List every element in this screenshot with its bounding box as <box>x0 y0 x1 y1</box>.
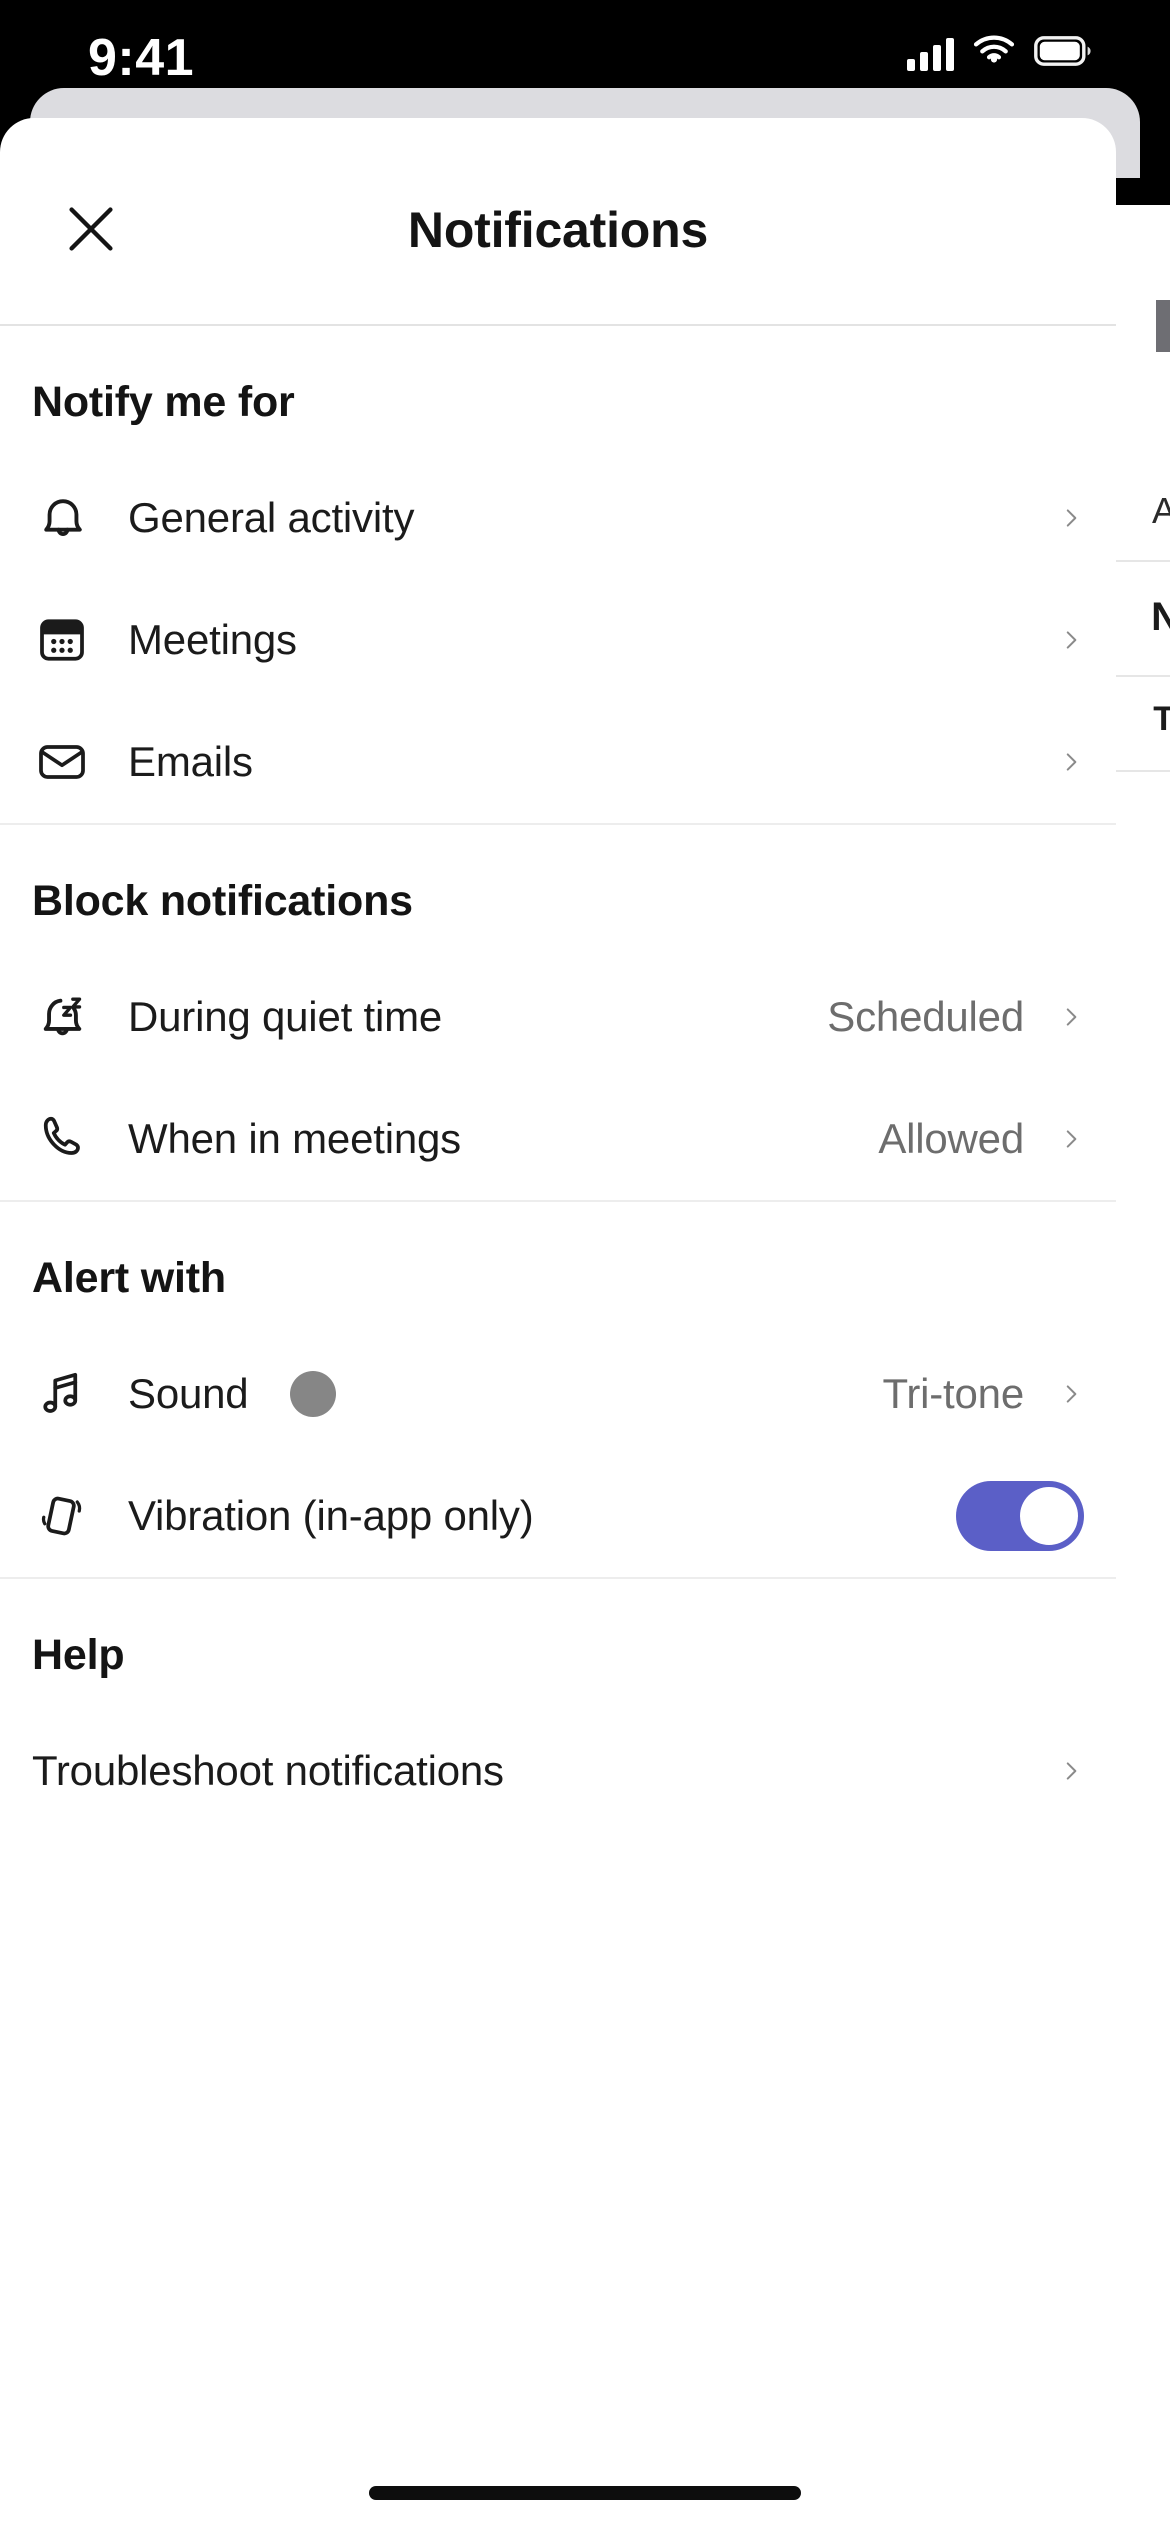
row-general-activity[interactable]: General activity <box>0 457 1116 579</box>
row-label: General activity <box>128 494 415 541</box>
chevron-right-icon <box>1058 1756 1084 1786</box>
background-divider <box>1110 675 1170 677</box>
row-vibration[interactable]: Vibration (in-app only) <box>0 1455 1116 1577</box>
status-bar-time: 9:41 <box>88 29 195 87</box>
phone-icon <box>32 1109 128 1169</box>
cellular-signal-icon <box>907 37 954 71</box>
status-bar-indicators <box>907 34 1092 73</box>
section-title: Help <box>32 1631 125 1679</box>
section-block-notifications: Block notifications During quiet time Sc… <box>0 825 1116 1202</box>
background-text-c: T <box>1153 700 1170 738</box>
touch-cursor-indicator <box>290 1371 337 1417</box>
chevron-right-icon <box>1058 747 1084 777</box>
row-label: Troubleshoot notifications <box>32 1747 504 1794</box>
envelope-icon <box>32 732 128 792</box>
scrollbar-thumb[interactable] <box>1156 300 1170 352</box>
sheet-empty-space <box>0 1832 1116 2532</box>
row-label: Sound <box>128 1370 249 1417</box>
music-note-icon <box>32 1364 128 1424</box>
sheet-header: Notifications <box>0 118 1116 326</box>
battery-icon <box>1034 36 1092 71</box>
chevron-right-icon <box>1058 1002 1084 1032</box>
background-text-b: N <box>1151 595 1170 639</box>
row-label: When in meetings <box>128 1115 461 1162</box>
row-label: Vibration (in-app only) <box>128 1492 534 1539</box>
vibration-icon <box>32 1486 128 1546</box>
row-label: Emails <box>128 738 253 785</box>
chevron-right-icon <box>1058 1124 1084 1154</box>
row-emails[interactable]: Emails <box>0 701 1116 823</box>
row-meetings[interactable]: Meetings <box>0 579 1116 701</box>
chevron-right-icon <box>1058 1379 1084 1409</box>
row-during-quiet-time[interactable]: During quiet time Scheduled <box>0 956 1116 1078</box>
section-help: Help Troubleshoot notifications <box>0 1579 1116 2532</box>
bell-icon <box>32 487 128 549</box>
page-title: Notifications <box>407 202 709 258</box>
wifi-icon <box>972 34 1016 73</box>
chevron-right-icon <box>1058 625 1084 655</box>
background-divider <box>1110 560 1170 562</box>
notifications-sheet: Notifications Notify me for General acti… <box>0 118 1116 2532</box>
section-title: Alert with <box>32 1254 226 1302</box>
row-value: Scheduled <box>827 993 1024 1040</box>
row-troubleshoot-notifications[interactable]: Troubleshoot notifications <box>0 1710 1116 1832</box>
row-value: Tri-tone <box>882 1370 1024 1417</box>
calendar-icon <box>32 610 128 670</box>
section-title: Notify me for <box>32 378 295 426</box>
chevron-right-icon <box>1058 503 1084 533</box>
section-notify-me-for: Notify me for General activity Meetings … <box>0 326 1116 825</box>
toggle-knob <box>1020 1487 1078 1545</box>
row-label: During quiet time <box>128 993 443 1040</box>
vibration-toggle[interactable] <box>956 1481 1084 1551</box>
row-when-in-meetings[interactable]: When in meetings Allowed <box>0 1078 1116 1200</box>
bell-sleep-icon <box>32 986 128 1048</box>
row-value: Allowed <box>878 1115 1024 1162</box>
background-divider <box>1110 770 1170 772</box>
section-alert-with: Alert with Sound Tri-tone Vibration (in-… <box>0 1202 1116 1579</box>
background-text-a: A <box>1151 490 1170 531</box>
row-sound[interactable]: Sound Tri-tone <box>0 1333 1116 1455</box>
section-title: Block notifications <box>32 877 413 925</box>
row-label: Meetings <box>128 616 297 663</box>
home-indicator <box>369 2486 801 2500</box>
